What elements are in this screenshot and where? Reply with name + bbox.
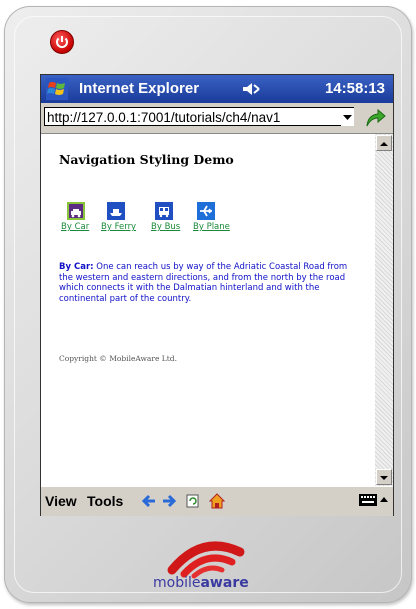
go-arrow-icon[interactable] — [363, 107, 387, 129]
title-bar: Internet Explorer 14:58:13 — [41, 75, 393, 103]
copyright-text: Copyright © MobileAware Ltd. — [59, 354, 177, 363]
description-text: By Car: One can reach us by way of the A… — [59, 262, 359, 304]
address-dropdown-icon[interactable] — [341, 108, 354, 126]
car-icon[interactable] — [67, 202, 85, 220]
app-title: Internet Explorer — [79, 80, 200, 97]
scroll-down-button[interactable] — [376, 469, 392, 485]
view-menu[interactable]: View — [45, 493, 77, 509]
scroll-up-button[interactable] — [376, 135, 392, 151]
plane-icon[interactable] — [197, 202, 215, 220]
bus-icon[interactable] — [155, 202, 173, 220]
home-icon[interactable] — [209, 493, 225, 509]
nav-link-by-car[interactable]: By Car — [61, 222, 89, 232]
scroll-up-icon — [380, 142, 388, 146]
input-panel-arrow-icon[interactable] — [379, 493, 389, 507]
power-button[interactable] — [50, 30, 74, 54]
web-content: Navigation Styling Demo By Car By Ferry … — [41, 134, 375, 486]
scroll-down-icon — [380, 476, 388, 480]
menu-bar: View Tools — [41, 486, 393, 516]
nav-link-by-ferry[interactable]: By Ferry — [101, 222, 136, 232]
keyboard-icon[interactable] — [359, 493, 377, 507]
windows-start-icon[interactable] — [46, 78, 68, 100]
nav-link-by-bus[interactable]: By Bus — [151, 222, 180, 232]
logo-text-light: mobile — [153, 575, 201, 591]
address-input[interactable]: http://127.0.0.1:7001/tutorials/ch4/nav1 — [44, 107, 354, 126]
speaker-icon[interactable] — [241, 79, 261, 99]
vertical-scrollbar[interactable] — [375, 134, 393, 486]
tools-menu[interactable]: Tools — [87, 493, 123, 509]
ferry-icon[interactable] — [107, 202, 125, 220]
back-icon[interactable] — [141, 493, 157, 509]
description-body: One can reach us by way of the Adriatic … — [59, 262, 348, 304]
clock[interactable]: 14:58:13 — [325, 80, 385, 97]
device-screen: Internet Explorer 14:58:13 http://127.0.… — [40, 74, 394, 516]
address-bar: http://127.0.0.1:7001/tutorials/ch4/nav1 — [41, 103, 393, 134]
forward-icon[interactable] — [161, 493, 177, 509]
page-heading: Navigation Styling Demo — [59, 152, 234, 167]
power-icon — [56, 36, 68, 48]
refresh-icon[interactable] — [185, 493, 201, 509]
mobileaware-logo-text: mobileaware — [153, 575, 249, 591]
description-lead: By Car: — [59, 262, 94, 272]
nav-link-by-plane[interactable]: By Plane — [193, 222, 230, 232]
logo-text-bold: aware — [200, 575, 249, 591]
